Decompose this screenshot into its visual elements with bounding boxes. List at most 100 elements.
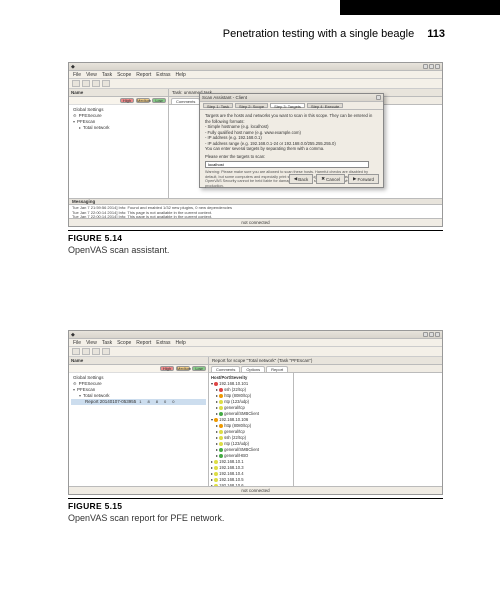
bug-icon: [219, 448, 223, 452]
bug-icon: [219, 394, 223, 398]
window-titlebar: ◆: [69, 331, 442, 339]
menu-extras[interactable]: Extras: [156, 72, 170, 77]
severity-filter-row: High Medium Low: [69, 365, 208, 373]
toolbar-button[interactable]: [92, 348, 100, 355]
toolbar-button[interactable]: [72, 80, 80, 87]
figure-caption: OpenVAS scan assistant.: [68, 245, 443, 255]
back-button[interactable]: ◀Back: [289, 174, 313, 184]
step-2-tab[interactable]: Step 2: Scope: [235, 103, 268, 108]
figure-5-14: ◆ File View Task Scope Report Extras Hel…: [68, 62, 443, 255]
right-tabs: Comments Options Report: [209, 365, 442, 373]
toolbar: [69, 347, 442, 357]
cancel-icon: ✖: [321, 176, 325, 182]
triangle-icon: ▾: [79, 393, 81, 399]
severity-medium[interactable]: Medium: [176, 366, 190, 371]
dialog-title: Scan Assistant - Client: [202, 95, 247, 100]
tree-report[interactable]: Report 20140107-053955 1 8 8 0 0: [71, 399, 206, 405]
scan-assistant-dialog: Scan Assistant - Client Step 1: Task Ste…: [199, 93, 384, 188]
tree-child[interactable]: ▸Total network: [71, 125, 166, 131]
severity-low[interactable]: Low: [192, 366, 206, 371]
close-button[interactable]: [435, 64, 440, 69]
bug-icon: [219, 430, 223, 434]
app-icon: ◆: [71, 64, 75, 70]
figure-5-15: ◆ File View Task Scope Report Extras Hel…: [68, 330, 443, 523]
bug-icon: [214, 478, 218, 482]
step-4-tab[interactable]: Step 4: Execute: [307, 103, 343, 108]
menu-view[interactable]: View: [86, 72, 97, 77]
figure-label: FIGURE 5.15: [68, 501, 443, 511]
menu-view[interactable]: View: [86, 340, 97, 345]
name-column: Name: [71, 90, 83, 95]
back-icon: ◀: [294, 176, 297, 182]
dialog-text: Targets are the hosts and networks you w…: [205, 113, 378, 124]
menu-help[interactable]: Help: [175, 72, 185, 77]
report-name: Report 20140107-053955: [85, 399, 136, 405]
menu-file[interactable]: File: [73, 340, 81, 345]
minimize-button[interactable]: [423, 64, 428, 69]
figure-caption: OpenVAS scan report for PFE network.: [68, 513, 443, 523]
menubar: File View Task Scope Report Extras Help: [69, 339, 442, 347]
bug-icon: [219, 424, 223, 428]
menu-report[interactable]: Report: [136, 72, 151, 77]
severity-low[interactable]: Low: [152, 98, 166, 103]
menu-task[interactable]: Task: [102, 72, 112, 77]
toolbar-button[interactable]: [102, 348, 110, 355]
close-button[interactable]: [435, 332, 440, 337]
tab-comments[interactable]: Comments: [211, 366, 240, 372]
maximize-button[interactable]: [429, 332, 434, 337]
maximize-button[interactable]: [429, 64, 434, 69]
minimize-button[interactable]: [423, 332, 428, 337]
severity-filter-row: High Medium Low: [69, 97, 168, 105]
scope-tree: Global Settings ⚙PFESecure ▾PFEscan ▾Tot…: [69, 373, 208, 486]
severity-medium[interactable]: Medium: [136, 98, 150, 103]
tab-report[interactable]: Report: [266, 366, 288, 372]
menubar: File View Task Scope Report Extras Help: [69, 71, 442, 79]
openvas-window-1: ◆ File View Task Scope Report Extras Hel…: [68, 62, 443, 227]
report-detail-pane: [294, 373, 442, 495]
app-icon: ◆: [71, 332, 75, 338]
step-1-tab[interactable]: Step 1: Task: [203, 103, 233, 108]
targets-input[interactable]: [205, 161, 369, 168]
menu-scope[interactable]: Scope: [117, 340, 131, 345]
statusbar: not connected: [69, 486, 442, 494]
left-pane: Name High Medium Low Global Settings ⚙PF…: [69, 357, 209, 486]
toolbar-button[interactable]: [82, 80, 90, 87]
severity-high[interactable]: High: [120, 98, 134, 103]
bug-icon: [219, 442, 223, 446]
tab-options[interactable]: Options: [241, 366, 265, 372]
triangle-icon: ▾: [73, 119, 75, 125]
menu-report[interactable]: Report: [136, 340, 151, 345]
toolbar-button[interactable]: [92, 80, 100, 87]
step-3-tab[interactable]: Step 3: Targets: [270, 103, 305, 108]
bug-icon: [214, 466, 218, 470]
page-number: 113: [427, 28, 445, 40]
menu-help[interactable]: Help: [175, 340, 185, 345]
dialog-titlebar: Scan Assistant - Client: [200, 94, 383, 102]
report-body: Host/Port/Severity ▾192.168.10.101 ▸ssh …: [209, 373, 442, 495]
toolbar-button[interactable]: [72, 348, 80, 355]
forward-button[interactable]: ▶Forward: [348, 174, 379, 184]
severity-high[interactable]: High: [160, 366, 174, 371]
tab-comments[interactable]: Comments: [171, 98, 200, 104]
figure-rule: [68, 230, 443, 231]
menu-task[interactable]: Task: [102, 340, 112, 345]
cancel-button[interactable]: ✖Cancel: [316, 174, 345, 184]
bug-icon: [219, 454, 223, 458]
menu-file[interactable]: File: [73, 72, 81, 77]
scope-tree: Global Settings ⚙PFESecure ▾PFEscan ▸Tot…: [69, 105, 168, 198]
dialog-text: You can enter several targets by separat…: [205, 146, 378, 152]
bug-icon: [219, 406, 223, 410]
window-titlebar: ◆: [69, 63, 442, 71]
toolbar-button[interactable]: [82, 348, 90, 355]
menu-scope[interactable]: Scope: [117, 72, 131, 77]
left-pane-header: Name: [69, 89, 168, 97]
menu-extras[interactable]: Extras: [156, 340, 170, 345]
openvas-window-2: ◆ File View Task Scope Report Extras Hel…: [68, 330, 443, 495]
dialog-button-row: ◀Back ✖Cancel ▶Forward: [289, 174, 379, 184]
toolbar-button[interactable]: [102, 80, 110, 87]
dialog-close-button[interactable]: [376, 95, 381, 100]
dialog-prompt: Please enter the targets to scan:: [205, 154, 378, 160]
bug-icon: [219, 412, 223, 416]
messaging-pane: Messaging Tue Jan 7 21:59:56 2014] Info:…: [69, 198, 442, 218]
bug-icon: [214, 472, 218, 476]
